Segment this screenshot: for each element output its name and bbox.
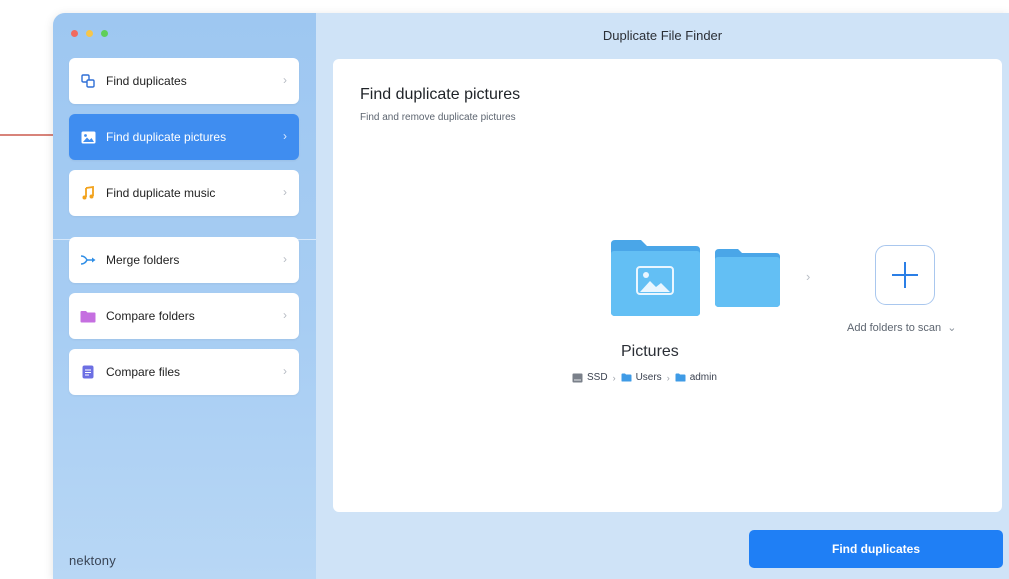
window-title: Duplicate File Finder: [602, 27, 723, 43]
file-icon: [80, 364, 96, 380]
add-folders-button[interactable]: [875, 245, 935, 305]
chevron-right-icon: ›: [283, 308, 287, 322]
page-subtitle: Find and remove duplicate pictures: [360, 112, 516, 123]
window-controls: [71, 30, 108, 37]
add-folders-label: Add folders to scan: [847, 322, 942, 334]
duplicates-icon: [80, 73, 96, 89]
breadcrumb-item[interactable]: SSD: [572, 372, 608, 383]
plus-icon: [892, 262, 918, 288]
chevron-down-icon: ⌄: [947, 322, 957, 334]
sidebar-item-label: Merge folders: [106, 253, 180, 267]
app-window: Find duplicates › Find duplicate picture…: [53, 13, 1009, 579]
sidebar-item-compare-folders[interactable]: Compare folders ›: [69, 293, 299, 339]
music-note-icon: [80, 185, 96, 201]
sidebar-item-label: Find duplicate music: [106, 186, 216, 200]
disk-icon: [572, 373, 583, 382]
close-window-button[interactable]: [71, 30, 78, 37]
sidebar-item-find-duplicates[interactable]: Find duplicates ›: [69, 58, 299, 104]
breadcrumb-item[interactable]: admin: [675, 372, 717, 383]
sidebar-item-find-duplicate-pictures[interactable]: Find duplicate pictures ›: [69, 114, 299, 160]
picture-icon: [80, 129, 96, 145]
chevron-right-icon: ›: [283, 129, 287, 143]
main-panel: Find duplicate pictures Find and remove …: [333, 59, 1002, 512]
breadcrumb: SSD › Users › admin: [572, 372, 717, 383]
breadcrumb-item[interactable]: Users: [621, 372, 662, 383]
pictures-folder-icon[interactable]: [609, 238, 702, 318]
chevron-right-icon: ›: [283, 185, 287, 199]
minimize-window-button[interactable]: [86, 30, 93, 37]
sidebar-item-label: Find duplicate pictures: [106, 130, 227, 144]
sidebar-item-label: Find duplicates: [106, 74, 187, 88]
sidebar-item-label: Compare files: [106, 365, 181, 379]
chevron-right-icon: ›: [283, 364, 287, 378]
chevron-right-icon: ›: [283, 252, 287, 266]
folder-icon: [675, 373, 686, 382]
sidebar-item-compare-files[interactable]: Compare files ›: [69, 349, 299, 395]
find-duplicates-button[interactable]: Find duplicates: [749, 530, 1003, 568]
brand-logo: nektony: [69, 553, 116, 568]
sidebar-item-merge-folders[interactable]: Merge folders ›: [69, 237, 299, 283]
folder-icon: [715, 249, 780, 307]
breadcrumb-separator: ›: [666, 372, 670, 383]
chevron-right-icon: ›: [806, 269, 811, 284]
sidebar: Find duplicates › Find duplicate picture…: [53, 13, 316, 579]
chevron-right-icon: ›: [283, 73, 287, 87]
add-folders-dropdown[interactable]: Add folders to scan ⌄: [847, 321, 956, 334]
merge-icon: [80, 252, 96, 268]
page-title: Find duplicate pictures: [360, 86, 521, 103]
breadcrumb-separator: ›: [612, 372, 616, 383]
selected-folder-name: Pictures: [621, 343, 679, 360]
folder-icon: [80, 308, 96, 324]
zoom-window-button[interactable]: [101, 30, 108, 37]
sidebar-item-label: Compare folders: [106, 309, 195, 323]
folder-icon: [621, 373, 632, 382]
sidebar-item-find-duplicate-music[interactable]: Find duplicate music ›: [69, 170, 299, 216]
